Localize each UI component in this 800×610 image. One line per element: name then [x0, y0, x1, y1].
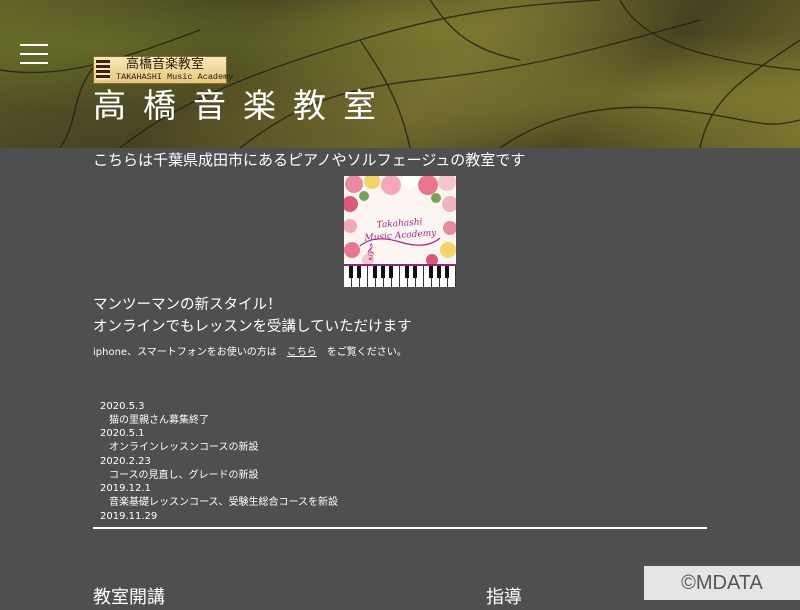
smartphone-link[interactable]: こちら: [287, 347, 317, 358]
watermark: ©MDATA: [644, 566, 800, 600]
logo-english-text: TAKAHASHI Music Academy: [116, 72, 234, 82]
news-item: 2020.5.1 オンラインレッスンコースの新設: [99, 427, 699, 454]
news-item: 2020.2.23 コースの見直し、グレードの新設: [99, 455, 699, 482]
news-date: 2019.11.29: [100, 510, 158, 520]
piano-keys-image: [344, 264, 456, 287]
news-item: 2019.12.1 音楽基礎レッスンコース、受験生総合コースを新設: [99, 482, 699, 509]
news-item: 2019.11.29: [99, 510, 699, 520]
smartphone-notice: iphone、スマートフォンをお使いの方は こちら をご覧ください。: [93, 346, 407, 360]
site-title: 高橋音楽教室: [93, 86, 393, 125]
section-divider: [93, 527, 707, 529]
svg-text:𝄞: 𝄞: [366, 244, 374, 260]
news-text: オンラインレッスンコースの新設: [109, 442, 259, 454]
hamburger-menu-icon[interactable]: [20, 44, 48, 64]
header-banner: 高橋音楽教室 TAKAHASHI Music Academy 高橋音楽教室: [0, 0, 800, 148]
smartphone-notice-after: をご覧ください。: [326, 347, 407, 358]
piano-keys-icon: [96, 60, 110, 80]
smartphone-notice-before: iphone、スマートフォンをお使いの方は: [93, 347, 277, 358]
news-date: 2019.12.1: [100, 483, 151, 495]
news-date: 2020.5.1: [100, 428, 145, 440]
news-item: 2020.5.3 猫の里親さん募集終了: [99, 400, 699, 427]
logo-japanese-text: 高橋音楽教室: [126, 57, 205, 72]
site-logo[interactable]: 高橋音楽教室 TAKAHASHI Music Academy: [93, 56, 233, 84]
news-date: 2020.2.23: [100, 455, 151, 467]
section-heading-classroom: 教室開講: [93, 587, 165, 608]
academy-logo-image: 𝄞 Takahashi Music Academy: [344, 176, 456, 287]
news-date: 2020.5.3: [100, 401, 145, 412]
intro-text: こちらは千葉県成田市にあるピアノやソルフェージュの教室です: [93, 151, 526, 169]
news-list[interactable]: 2020.5.3 猫の里親さん募集終了 2020.5.1 オンラインレッスンコー…: [99, 400, 699, 520]
catchphrase-line1: マンツーマンの新スタイル！: [93, 297, 282, 313]
news-text: 音楽基礎レッスンコース、受験生総合コースを新設: [109, 496, 338, 508]
news-text: コースの見直し、グレードの新設: [109, 469, 259, 481]
news-text: 猫の里親さん募集終了: [109, 414, 209, 426]
section-heading-instruction: 指導: [486, 587, 522, 608]
catchphrase-line2: オンラインでもレッスンを受講していただけます: [93, 319, 412, 335]
